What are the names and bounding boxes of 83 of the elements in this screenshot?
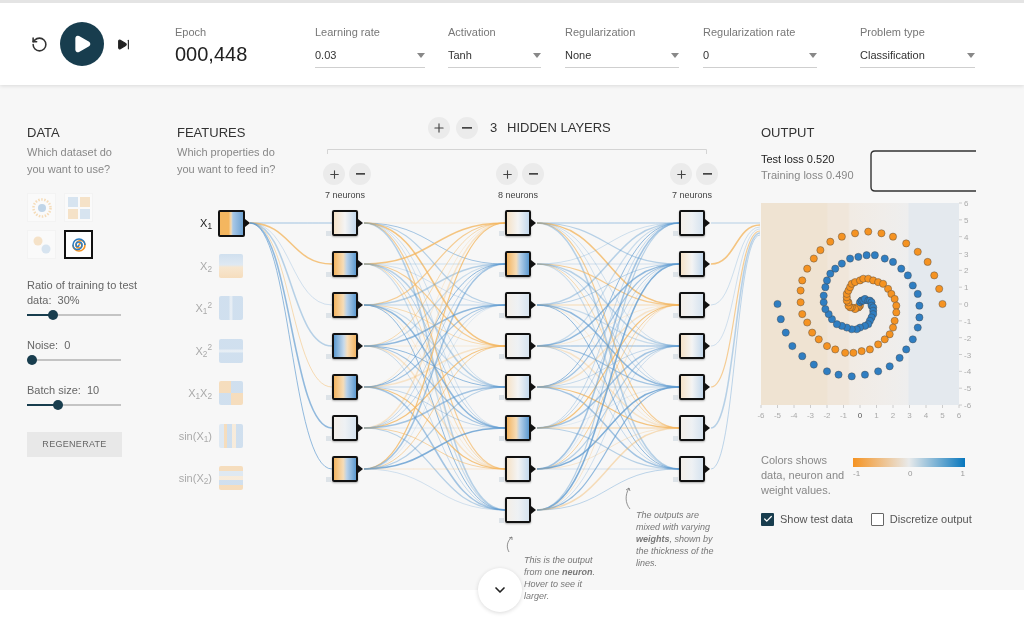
x-tick-label: 0 (857, 411, 863, 420)
epoch-counter: 000,448 (175, 42, 249, 67)
test-loss: Test loss 0.520 (761, 152, 836, 167)
y-tick-label: 4 (964, 232, 969, 242)
training-loss: Training loss 0.490 (761, 168, 855, 183)
axis-tick-label: 4 (958, 232, 969, 242)
section-title: DATA (27, 125, 61, 141)
x-tick-label: 3 (907, 411, 913, 420)
slider-label: Ratio of training to test data: 30% (27, 278, 139, 308)
axis-tick-label: 1 (958, 283, 969, 293)
scale-tick-label: 0 (908, 469, 913, 479)
dropdown-label: Learning rate (315, 25, 381, 39)
axis-tick-label: 3 (907, 404, 912, 420)
axis-tick-label: -2 (823, 404, 831, 420)
layer-count: 3 (490, 120, 498, 136)
axis-tick-label: -3 (958, 350, 972, 360)
checkbox-label: Show test data (780, 512, 853, 526)
neuron-count: 7 neurons (324, 189, 366, 201)
annotation-text: The outputs are mixed with varying weights, shown by the thickness of the lines. (636, 509, 715, 569)
axis-tick-label: -1 (958, 316, 972, 326)
axis-tick-label: 1 (874, 404, 879, 420)
section-title: OUTPUT (761, 125, 816, 141)
section-title: FEATURES (177, 125, 246, 141)
checkbox-label: Discretize output (889, 512, 972, 526)
x-tick-label: 1 (874, 411, 880, 420)
axis-tick-label: -4 (790, 404, 798, 420)
y-tick-label: -4 (964, 367, 972, 377)
axis-tick-label: 5 (958, 215, 969, 225)
section-description: Which properties do you want to feed in? (177, 145, 277, 177)
slider-label: Batch size: 10 (27, 383, 101, 398)
y-tick-label: -1 (964, 316, 972, 326)
slider-label: Noise: 0 (27, 338, 72, 353)
y-tick-label: -3 (964, 350, 972, 360)
axis-tick-label: -1 (839, 404, 848, 420)
dropdown-label: Regularization rate (703, 25, 797, 39)
axis-tick-label: 5 (940, 404, 945, 420)
feature-label: X$_{1}$ (199, 216, 212, 230)
x-tick-label: 2 (890, 411, 896, 420)
axis-tick-label: 3 (958, 249, 969, 259)
axis-tick-label: 0 (857, 404, 863, 420)
y-tick-label: 2 (964, 266, 969, 276)
axis-tick-label: 6 (958, 199, 969, 208)
x-tick-label: -6 (757, 411, 766, 420)
x-tick-label: 4 (923, 411, 929, 420)
section-description: Which dataset do you want to use? (27, 145, 113, 177)
y-tick-label: -5 (964, 384, 972, 394)
x-tick-label: 5 (940, 411, 946, 420)
scale-tick-label: -1 (853, 469, 861, 479)
axis-tick-label: -5 (773, 404, 782, 420)
feature-label: X$_{2}$ (199, 258, 212, 273)
neuron-count: 8 neurons (497, 189, 539, 201)
axis-tick-label: -3 (806, 404, 815, 420)
axis-tick-label: -6 (757, 404, 765, 420)
x-tick-label: 6 (956, 411, 962, 420)
scale-tick-label: 1 (960, 469, 965, 479)
axis-tick-label: -2 (958, 333, 972, 343)
x-tick-label: -3 (806, 411, 815, 420)
neuron-count: 7 neurons (671, 189, 713, 201)
layers-title: HIDDEN LAYERS (507, 120, 611, 136)
axis-tick-label: 4 (923, 404, 929, 420)
y-tick-label: 1 (964, 283, 969, 293)
y-tick-label: -6 (964, 401, 972, 410)
axis-tick-label: -4 (958, 367, 972, 377)
dropdown-label: Activation (448, 25, 497, 39)
feature-label: sin(X$_{1}$) (177, 428, 212, 443)
feature-label: sin(X$_{2}$) (177, 471, 212, 485)
feature-label: X$_{1}$X$_{2}$ (187, 386, 212, 400)
axis-tick-label: 2 (958, 266, 969, 276)
x-tick-label: -1 (839, 411, 848, 420)
axis-tick-label: 2 (890, 404, 896, 420)
y-tick-label: 6 (964, 199, 969, 208)
epoch-label: Epoch (175, 25, 208, 39)
dropdown-label: Problem type (860, 25, 926, 39)
y-tick-label: 3 (964, 249, 969, 259)
y-tick-label: 5 (964, 215, 969, 225)
x-tick-label: -2 (823, 411, 832, 420)
legend-text: Colors shows data, neuron and weight values. (761, 453, 846, 498)
axis-tick-label: -5 (958, 384, 972, 394)
x-tick-label: -4 (790, 411, 799, 420)
dropdown-label: Regularization (565, 25, 637, 39)
y-tick-label: -2 (964, 333, 972, 343)
x-tick-label: -5 (773, 411, 782, 420)
annotation-text: This is the output from one neuron. Hover to see it larger. (524, 554, 597, 602)
